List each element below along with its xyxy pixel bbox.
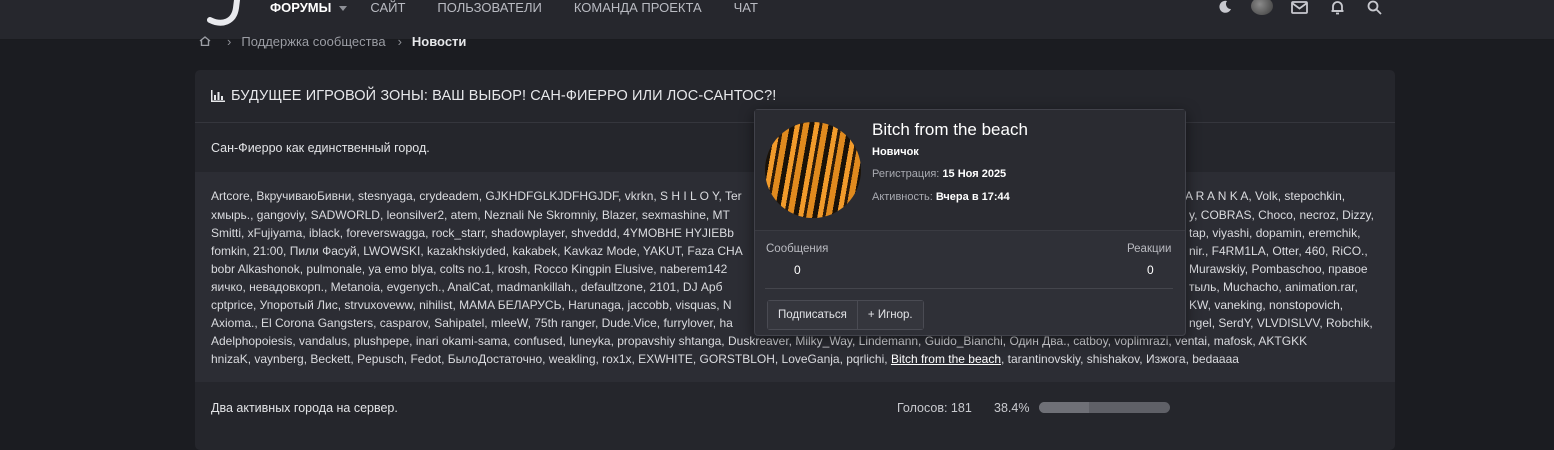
nav-project-team[interactable]: КОМАНДА ПРОЕКТА (574, 0, 702, 16)
nav-forums[interactable]: ФОРУМЫ (270, 0, 331, 16)
voter-link-highlighted[interactable]: Bitch from the beach (891, 352, 1001, 366)
voter-line: Smitti, xFujiyama, iblack, foreverswagga… (211, 226, 734, 240)
nav-chat[interactable]: ЧАТ (734, 0, 758, 16)
search-icon[interactable] (1364, 0, 1384, 16)
voter-line: cptprice, Упоротый Лис, strvuxoveww, nih… (211, 298, 732, 312)
voter-line-right: A R A N K A, Volk, stepochkin, (1185, 189, 1346, 203)
voter-line: яичко, невадовкорп., Metanoia, evgenych.… (211, 280, 723, 294)
voter-line-right: тыль, Muchacho, animation.rar, (1189, 280, 1358, 294)
member-tooltip: Bitch from the beach Новичок Регистрация… (754, 109, 1186, 336)
voter-line-right: Murawskiy, Pombaschoo, правое (1189, 262, 1368, 276)
chevron-right-icon: › (227, 33, 232, 49)
bar-chart-icon (211, 90, 225, 102)
poll-option-2-votes: Голосов: 181 (897, 401, 972, 415)
poll-option-1-label: Сан-Фиерро как единственный город. (211, 141, 430, 155)
voter-line: Artcore, ВкручиваюБивни, stesnyaga, cryd… (211, 189, 742, 203)
voter-line-right: nir., F4RM1LA, Otter, 460, RiCO., (1189, 244, 1368, 258)
mail-icon[interactable] (1289, 0, 1309, 16)
poll-option-2-bar (1039, 402, 1170, 413)
chevron-down-icon[interactable] (339, 5, 348, 11)
nav-users[interactable]: ПОЛЬЗОВАТЕЛИ (437, 0, 541, 16)
nav-site[interactable]: САЙТ (370, 0, 405, 16)
moon-icon[interactable] (1215, 0, 1235, 16)
voter-line-right: y, COBRAS, Choco, necroz, Dizzy, (1189, 208, 1374, 222)
poll-title: БУДУЩЕЕ ИГРОВОЙ ЗОНЫ: ВАШ ВЫБОР! САН-ФИЕ… (231, 88, 777, 104)
poll-option-2-bar-fill (1039, 402, 1090, 413)
member-registered: Регистрация: 15 Ноя 2025 (872, 168, 1006, 180)
voter-line: fomkin, 21:00, Пили Фасуй, LWOWSKI, kaza… (211, 244, 743, 258)
chevron-right-icon: › (397, 33, 402, 49)
follow-button[interactable]: Подписаться (768, 301, 857, 329)
poll-option-2-label: Два активных города на сервер. (211, 401, 398, 415)
breadcrumb: › Поддержка сообщества › Новости (199, 33, 478, 49)
voter-line-right: KW, vaneking, nonstopovich, (1189, 298, 1344, 312)
activity-value: Вчера в 17:44 (935, 191, 1010, 203)
ignore-button[interactable]: + Игнор. (856, 301, 923, 329)
voter-line: bobr Alkashonok, pulmonale, ya emo blya,… (211, 262, 728, 276)
voter-line-last: hnizaK, vaynberg, Beckett, Pepusch, Fedo… (211, 350, 1239, 368)
voter-line: хмырь., gangoviy, SADWORLD, leonsilver2,… (211, 208, 730, 222)
member-activity: Активность: Вчера в 17:44 (872, 191, 1010, 203)
voter-line: Axioma., El Corona Gangsters, casparov, … (211, 316, 733, 330)
main-nav: ФОРУМЫ САЙТ ПОЛЬЗОВАТЕЛИ КОМАНДА ПРОЕКТА… (270, 0, 790, 16)
bell-icon[interactable] (1327, 0, 1347, 16)
member-actions: Подписаться + Игнор. (767, 300, 924, 330)
site-logo[interactable] (204, 0, 242, 26)
messages-label: Сообщения (766, 243, 829, 255)
voter-line-right: tap, viyashi, dopamin, eremchik, (1189, 226, 1361, 240)
registered-value: 15 Ноя 2025 (942, 168, 1007, 180)
reactions-value: 0 (1147, 263, 1154, 277)
poll-option-2-percent: 38.4% (994, 401, 1030, 415)
breadcrumb-community-support[interactable]: Поддержка сообщества (241, 34, 385, 49)
member-tooltip-header: Bitch from the beach Новичок Регистрация… (755, 110, 1185, 231)
breadcrumb-news[interactable]: Новости (412, 34, 467, 49)
voter-line-text: hnizaK, vaynberg, Beckett, Pepusch, Fedo… (211, 352, 891, 366)
voter-line-tail: , tarantinovskiy, shishakov, Изжога, bed… (1001, 352, 1239, 366)
messages-value: 0 (794, 263, 801, 277)
avatar[interactable] (765, 122, 861, 218)
divider (765, 288, 1173, 289)
activity-label: Активность: (872, 191, 933, 203)
voter-line-right: ngel, SerdY, VLVDISLVV, Robchik, (1189, 316, 1373, 330)
reactions-label: Реакции (1127, 243, 1172, 255)
member-rank: Новичок (872, 146, 919, 158)
home-icon[interactable] (199, 36, 211, 46)
member-name[interactable]: Bitch from the beach (872, 120, 1028, 140)
avatar[interactable] (1251, 0, 1273, 15)
registered-label: Регистрация: (872, 168, 940, 180)
